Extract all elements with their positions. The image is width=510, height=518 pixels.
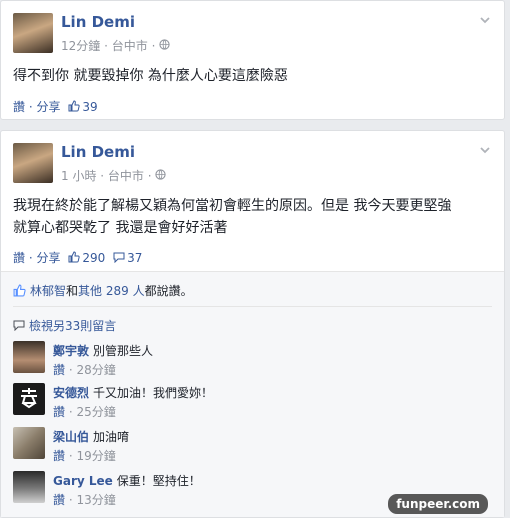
privacy-globe-icon[interactable]	[159, 39, 170, 53]
commenter-name[interactable]: 安德烈	[53, 386, 89, 400]
comment-count[interactable]: 37	[109, 251, 142, 265]
author-avatar[interactable]	[13, 13, 53, 53]
comment-bubble-icon	[113, 252, 125, 263]
chevron-down-icon[interactable]	[478, 143, 492, 157]
comment-text: 梁山伯 加油唷	[53, 429, 129, 445]
comment-bubble-icon	[13, 320, 25, 331]
liker-name-link[interactable]: 林郁智	[30, 284, 66, 298]
comment-item: 鄭宇敦 別管那些人 讚 · 28分鐘	[13, 341, 492, 383]
comment-time[interactable]: 19分鐘	[76, 449, 115, 463]
share-link[interactable]: 分享	[36, 251, 60, 265]
comment-text: 鄭宇敦 別管那些人	[53, 343, 153, 359]
comment-body: 保重！堅持住！	[116, 474, 201, 488]
comment-item: 梁山伯 加油唷 讚 · 19分鐘	[13, 427, 492, 469]
commenter-name[interactable]: Gary Lee	[53, 474, 113, 488]
chevron-down-icon[interactable]	[478, 13, 492, 27]
commenter-avatar[interactable]	[13, 471, 45, 503]
meta-separator: ·	[104, 39, 112, 53]
commenter-avatar[interactable]	[13, 383, 45, 415]
comment-text: 安德烈 千又加油！我們愛妳！	[53, 385, 213, 401]
site-watermark: funpeer.com	[388, 494, 488, 514]
like-count[interactable]: 290	[64, 251, 109, 265]
post-text: 我現在終於能了解楊又穎為何當初會輕生的原因。但是 我今天要更堅強 就算心都哭乾了…	[13, 195, 492, 239]
comment-like-link[interactable]: 讚	[53, 449, 65, 463]
andre-logo-icon	[21, 388, 37, 409]
others-likers-link[interactable]: 其他 289 人	[78, 284, 145, 298]
comment-time[interactable]: 25分鐘	[76, 405, 115, 419]
like-count-value: 290	[82, 251, 106, 265]
comment-text: Gary Lee 保重！堅持住！	[53, 473, 201, 489]
comment-meta: 讚 · 25分鐘	[53, 405, 116, 419]
thumbs-up-icon	[13, 284, 26, 297]
commenter-name[interactable]: 鄭宇敦	[53, 344, 89, 358]
like-link[interactable]: 讚	[13, 100, 25, 114]
post-text: 得不到你 就要毀掉你 為什麼人心要這麼險惡	[13, 68, 288, 84]
likers-connector: 和	[66, 284, 79, 298]
post-meta: 1 小時 · 台中市 ·	[61, 167, 167, 184]
post-location[interactable]: 台中市	[112, 39, 148, 53]
comment-body: 加油唷	[93, 430, 130, 444]
like-count-value: 39	[82, 100, 98, 114]
comment-body: 千又加油！我們愛妳！	[93, 386, 214, 400]
post-actions: 讚 · 分享 39	[13, 98, 98, 115]
post-location[interactable]: 台中市	[108, 169, 144, 183]
comment-meta: 讚 · 19分鐘	[53, 449, 116, 463]
share-link[interactable]: 分享	[36, 100, 60, 114]
post-time[interactable]: 12分鐘	[61, 39, 100, 53]
post-text-line: 就算心都哭乾了 我還是會好好活著	[13, 220, 228, 236]
comment-count-value: 37	[127, 251, 143, 265]
post-card: Lin Demi 1 小時 · 台中市 · 我現在終於能了解楊又穎為何當初會輕生…	[0, 130, 505, 518]
comment-like-link[interactable]: 讚	[53, 363, 65, 377]
comment-like-link[interactable]: 讚	[53, 493, 65, 507]
comment-like-link[interactable]: 讚	[53, 405, 65, 419]
commenter-name[interactable]: 梁山伯	[53, 430, 89, 444]
commenter-avatar[interactable]	[13, 341, 45, 373]
view-more-label: 檢視另33則留言	[29, 319, 117, 333]
meta-separator: ·	[100, 169, 108, 183]
comment-body: 別管那些人	[93, 344, 154, 358]
comment-time[interactable]: 13分鐘	[76, 493, 115, 507]
comment-meta: 讚 · 13分鐘	[53, 493, 116, 507]
author-name[interactable]: Lin Demi	[61, 143, 135, 161]
author-name[interactable]: Lin Demi	[61, 13, 135, 31]
likers-tail: 都說讚。	[144, 284, 193, 298]
post-text-line: 我現在終於能了解楊又穎為何當初會輕生的原因。但是 我今天要更堅強	[13, 198, 452, 214]
thumbs-up-icon	[68, 251, 80, 263]
likers-summary: 林郁智和其他 289 人都說讚。	[13, 282, 193, 299]
comment-time[interactable]: 28分鐘	[76, 363, 115, 377]
divider	[13, 306, 492, 307]
like-count[interactable]: 39	[64, 100, 98, 114]
like-link[interactable]: 讚	[13, 251, 25, 265]
view-more-comments-link[interactable]: 檢視另33則留言	[13, 317, 116, 334]
privacy-globe-icon[interactable]	[155, 169, 167, 183]
thumbs-up-icon	[68, 100, 80, 112]
post-time[interactable]: 1 小時	[61, 169, 96, 183]
comment-item: 安德烈 千又加油！我們愛妳！ 讚 · 25分鐘	[13, 383, 492, 425]
post-actions: 讚 · 分享 290 37	[13, 249, 142, 266]
post-meta: 12分鐘 · 台中市 ·	[61, 37, 170, 54]
commenter-avatar[interactable]	[13, 427, 45, 459]
author-avatar[interactable]	[13, 143, 53, 183]
comment-meta: 讚 · 28分鐘	[53, 363, 116, 377]
post-card: Lin Demi 12分鐘 · 台中市 · 得不到你 就要毀掉你 為什麼人心要這…	[0, 0, 505, 120]
